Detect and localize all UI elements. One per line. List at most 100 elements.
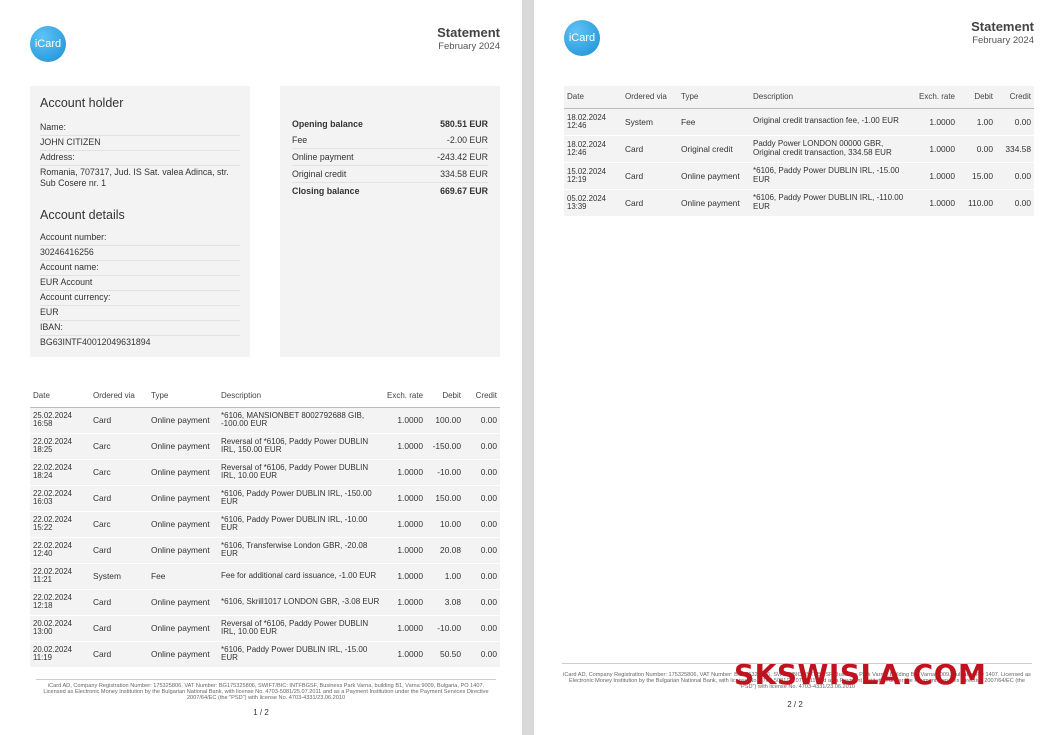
table-row: 22.02.2024 15:22 Carc Online payment *6106,… [30,511,500,538]
description-cell: *6106, Paddy Power DUBLIN IRL, -15.00 EU… [218,641,384,668]
balances-box: Opening balance 580.51 EUR Fee -2.00 EUR O… [280,86,500,357]
column-header: Description [218,385,384,408]
legal-footer: iCard AD, Company Registration Number: 1… [36,679,496,702]
table-header-row: Date Ordered via Type Description Exch. rate… [30,385,500,408]
date-cell: 05.02.2024 13:39 [564,189,622,217]
statement-period: February 2024 [972,35,1034,46]
credit-cell: 0.00 [996,108,1034,136]
ordered-via-cell: Carc [90,511,148,538]
ordered-via-cell: Card [90,615,148,642]
table-row: 25.02.2024 16:58 Card Online payment *6106,… [30,407,500,434]
name-label: Name: [40,121,240,136]
credit-cell: 0.00 [464,485,500,512]
table-row: 18.02.2024 12:46 System Fee Original credit… [564,108,1034,136]
date-cell: 18.02.2024 12:46 [564,108,622,136]
statement-header: Statement February 2024 [971,19,1034,46]
statement-page-2: iCard Statement February 2024 Date Ordere… [534,0,1056,735]
credit-cell: 0.00 [464,589,500,616]
exch-rate-cell: 1.0000 [384,615,426,642]
debit-cell: 15.00 [958,162,996,190]
description-cell: Reversal of *6106, Paddy Power DUBLIN IR… [218,615,384,642]
transactions-table-page-2: Date Ordered via Type Description Exch. rate… [564,86,1034,217]
table-row: 22.02.2024 18:25 Carc Online payment Revers… [30,433,500,460]
description-cell: Original credit transaction fee, -1.00 E… [750,108,910,136]
credit-cell: 0.00 [464,433,500,460]
description-cell: *6106, Skrill1017 LONDON GBR, -3.08 EUR [218,589,384,616]
debit-cell: 3.08 [426,589,464,616]
description-cell: *6106, Transferwise London GBR, -20.08 E… [218,537,384,564]
exch-rate-cell: 1.0000 [384,589,426,616]
exch-rate-cell: 1.0000 [384,459,426,486]
credit-cell: 0.00 [996,162,1034,190]
type-cell: Online payment [148,485,218,512]
icard-logo: iCard [564,20,600,56]
debit-cell: 100.00 [426,407,464,434]
description-cell: Fee for additional card issuance, -1.00 … [218,563,384,590]
table-row: 22.02.2024 12:18 Card Online payment *6106,… [30,589,500,616]
description-cell: *6106, Paddy Power DUBLIN IRL, -110.00 E… [750,189,910,217]
type-cell: Fee [678,108,750,136]
balance-row-closing: Closing balance 669.67 EUR [292,186,488,196]
type-cell: Online payment [148,589,218,616]
debit-cell: 10.00 [426,511,464,538]
date-cell: 22.02.2024 12:18 [30,589,90,616]
table-row: 22.02.2024 11:21 System Fee Fee for additio… [30,563,500,590]
ordered-via-cell: Carc [90,433,148,460]
column-header: Type [148,385,218,408]
page-number: 1 / 2 [253,708,269,717]
date-cell: 20.02.2024 11:19 [30,641,90,668]
type-cell: Online payment [678,162,750,190]
table-header-row: Date Ordered via Type Description Exch. rate… [564,86,1034,109]
ordered-via-cell: System [90,563,148,590]
date-cell: 22.02.2024 18:25 [30,433,90,460]
column-header: Ordered via [90,385,148,408]
credit-cell: 0.00 [996,189,1034,217]
date-cell: 22.02.2024 18:24 [30,459,90,486]
statement-header: Statement February 2024 [437,25,500,52]
column-header: Ordered via [622,86,678,109]
address-value: Romania, 707317, Jud. IS Sat. valea Adin… [40,167,229,188]
exch-rate-cell: 1.0000 [384,537,426,564]
debit-cell: 20.08 [426,537,464,564]
exch-rate-cell: 1.0000 [384,641,426,668]
page-number: 2 / 2 [787,700,803,709]
balance-row-original-credit: Original credit 334.58 EUR [292,166,488,183]
date-cell: 25.02.2024 16:58 [30,407,90,434]
table-row: 20.02.2024 11:19 Card Online payment *6106,… [30,641,500,668]
column-header: Type [678,86,750,109]
debit-cell: 110.00 [958,189,996,217]
statement-page-1: iCard Statement February 2024 Account ho… [0,0,522,735]
transactions-table-page-1: Date Ordered via Type Description Exch. rate… [30,385,500,668]
debit-cell: 1.00 [426,563,464,590]
date-cell: 20.02.2024 13:00 [30,615,90,642]
exch-rate-cell: 1.0000 [384,407,426,434]
debit-cell: 150.00 [426,485,464,512]
account-number-label: Account number: [40,231,240,246]
ordered-via-cell: Carc [90,459,148,486]
ordered-via-cell: Card [622,162,678,190]
table-row: 15.02.2024 12:19 Card Online payment *6106,… [564,162,1034,190]
exch-rate-cell: 1.0000 [384,485,426,512]
description-cell: *6106, Paddy Power DUBLIN IRL, -10.00 EU… [218,511,384,538]
debit-cell: 1.00 [958,108,996,136]
balance-row-online-payment: Online payment -243.42 EUR [292,149,488,166]
exch-rate-cell: 1.0000 [384,511,426,538]
date-cell: 22.02.2024 15:22 [30,511,90,538]
debit-cell: -150.00 [426,433,464,460]
date-cell: 22.02.2024 16:03 [30,485,90,512]
credit-cell: 0.00 [464,641,500,668]
column-header: Date [30,385,90,408]
table-row: 20.02.2024 13:00 Card Online payment Revers… [30,615,500,642]
type-cell: Online payment [148,537,218,564]
column-header: Exch. rate [910,86,958,109]
type-cell: Online payment [148,433,218,460]
exch-rate-cell: 1.0000 [910,108,958,136]
account-currency-label: Account currency: [40,291,240,306]
type-cell: Online payment [148,459,218,486]
exch-rate-cell: 1.0000 [910,135,958,163]
account-name-label: Account name: [40,261,240,276]
column-header: Exch. rate [384,385,426,408]
debit-cell: 50.50 [426,641,464,668]
date-cell: 18.02.2024 12:46 [564,135,622,163]
description-cell: Reversal of *6106, Paddy Power DUBLIN IR… [218,459,384,486]
